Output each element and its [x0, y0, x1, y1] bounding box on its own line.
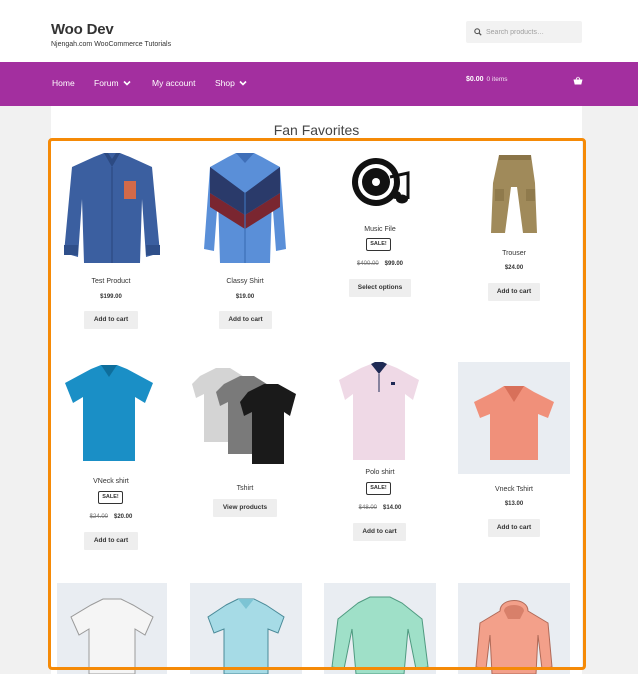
product-image[interactable]	[459, 153, 569, 237]
nav-item-label: Forum	[94, 78, 119, 88]
product-price: $24.00	[455, 265, 573, 271]
product-image[interactable]	[200, 153, 290, 265]
current-price: $99.00	[384, 261, 404, 267]
old-price: $48.00	[358, 505, 377, 511]
product-image[interactable]	[324, 155, 436, 213]
nav-item-label: My account	[152, 78, 196, 88]
product-image[interactable]	[331, 362, 427, 464]
shirt-image	[204, 153, 286, 263]
product-image[interactable]	[190, 362, 302, 474]
tshirt-image	[474, 386, 554, 460]
nav-item-label: Shop	[215, 78, 235, 88]
product-price: $400.00 $99.00	[321, 261, 439, 267]
hoodie-image	[475, 600, 553, 674]
product-image[interactable]	[458, 362, 570, 474]
add-to-cart-button[interactable]: Add to cart	[84, 532, 138, 550]
add-to-cart-button[interactable]: Add to cart	[84, 311, 138, 329]
product-price: $199.00	[52, 294, 170, 300]
search-box[interactable]	[466, 21, 582, 43]
current-price: $20.00	[114, 514, 133, 520]
current-price: $19.00	[235, 294, 255, 300]
nav-item-label: Home	[52, 78, 75, 88]
product-price: $24.00 $20.00	[52, 514, 170, 520]
site-header: Woo Dev Njengah.com WooCommerce Tutorial…	[0, 0, 638, 62]
tshirt-image	[65, 365, 153, 461]
product-name[interactable]: Polo shirt	[321, 469, 439, 476]
tshirt-image	[192, 368, 296, 464]
cart-item-count: 0 items	[486, 76, 508, 83]
add-to-cart-button[interactable]: Add to cart	[219, 311, 272, 329]
product-name[interactable]: Tshirt	[186, 485, 304, 492]
product-image[interactable]	[324, 583, 436, 674]
trouser-image	[491, 155, 537, 233]
cart-summary[interactable]: $0.00 0 items	[466, 76, 507, 83]
tshirt-image	[70, 598, 154, 674]
chevron-down-icon	[239, 80, 247, 86]
current-price: $24.00	[504, 265, 524, 271]
add-to-cart-button[interactable]: Add to cart	[488, 283, 540, 301]
current-price: $199.00	[100, 294, 122, 300]
product-image[interactable]	[458, 583, 570, 674]
nav-item-shop[interactable]: Shop	[215, 78, 247, 88]
product-name[interactable]: VNeck shirt	[52, 478, 170, 485]
polo-shirt-image	[207, 598, 285, 674]
sale-badge: SALE!	[98, 491, 123, 504]
section-title: Fan Favorites	[273, 122, 360, 138]
nav-item-home[interactable]: Home	[52, 78, 75, 88]
current-price: $14.00	[383, 505, 402, 511]
sweater-image	[331, 596, 429, 674]
search-input[interactable]	[484, 21, 580, 43]
product-name[interactable]: Classy Shirt	[186, 278, 304, 285]
nav-item-forum[interactable]: Forum	[94, 78, 131, 88]
nav-item-my-account[interactable]: My account	[152, 78, 195, 88]
site-title[interactable]: Woo Dev	[51, 21, 114, 38]
old-price: $400.00	[356, 261, 379, 267]
product-name[interactable]: Test Product	[52, 278, 170, 285]
product-image[interactable]	[56, 153, 168, 265]
basket-icon[interactable]	[573, 76, 583, 86]
product-image[interactable]	[57, 583, 167, 674]
select-options-button[interactable]: Select options	[349, 279, 411, 297]
view-products-button[interactable]: View products	[213, 499, 277, 517]
chevron-down-icon	[122, 80, 131, 86]
product-image[interactable]	[57, 363, 161, 465]
music-file-icon	[352, 158, 410, 206]
current-price: $13.00	[504, 501, 524, 507]
product-price: $48.00 $14.00	[321, 505, 439, 511]
search-icon	[474, 28, 482, 36]
main-navigation: Home Forum My account Shop $0.00 0 items	[0, 62, 638, 106]
product-price: $13.00	[455, 501, 573, 507]
product-name[interactable]: Vneck Tshirt	[455, 486, 573, 493]
sale-badge: SALE!	[366, 482, 391, 495]
cart-amount: $0.00	[466, 76, 484, 83]
add-to-cart-button[interactable]: Add to cart	[488, 519, 540, 537]
add-to-cart-button[interactable]: Add to cart	[353, 523, 406, 541]
product-price: $19.00	[186, 294, 304, 300]
polo-shirt-image	[339, 362, 419, 460]
sale-badge: SALE!	[366, 238, 391, 251]
site-description: Njengah.com WooCommerce Tutorials	[51, 41, 172, 48]
product-image[interactable]	[190, 583, 302, 674]
shirt-image	[64, 153, 160, 263]
old-price: $24.00	[89, 514, 108, 520]
product-name[interactable]: Trouser	[455, 250, 573, 257]
product-name[interactable]: Music File	[321, 226, 439, 233]
